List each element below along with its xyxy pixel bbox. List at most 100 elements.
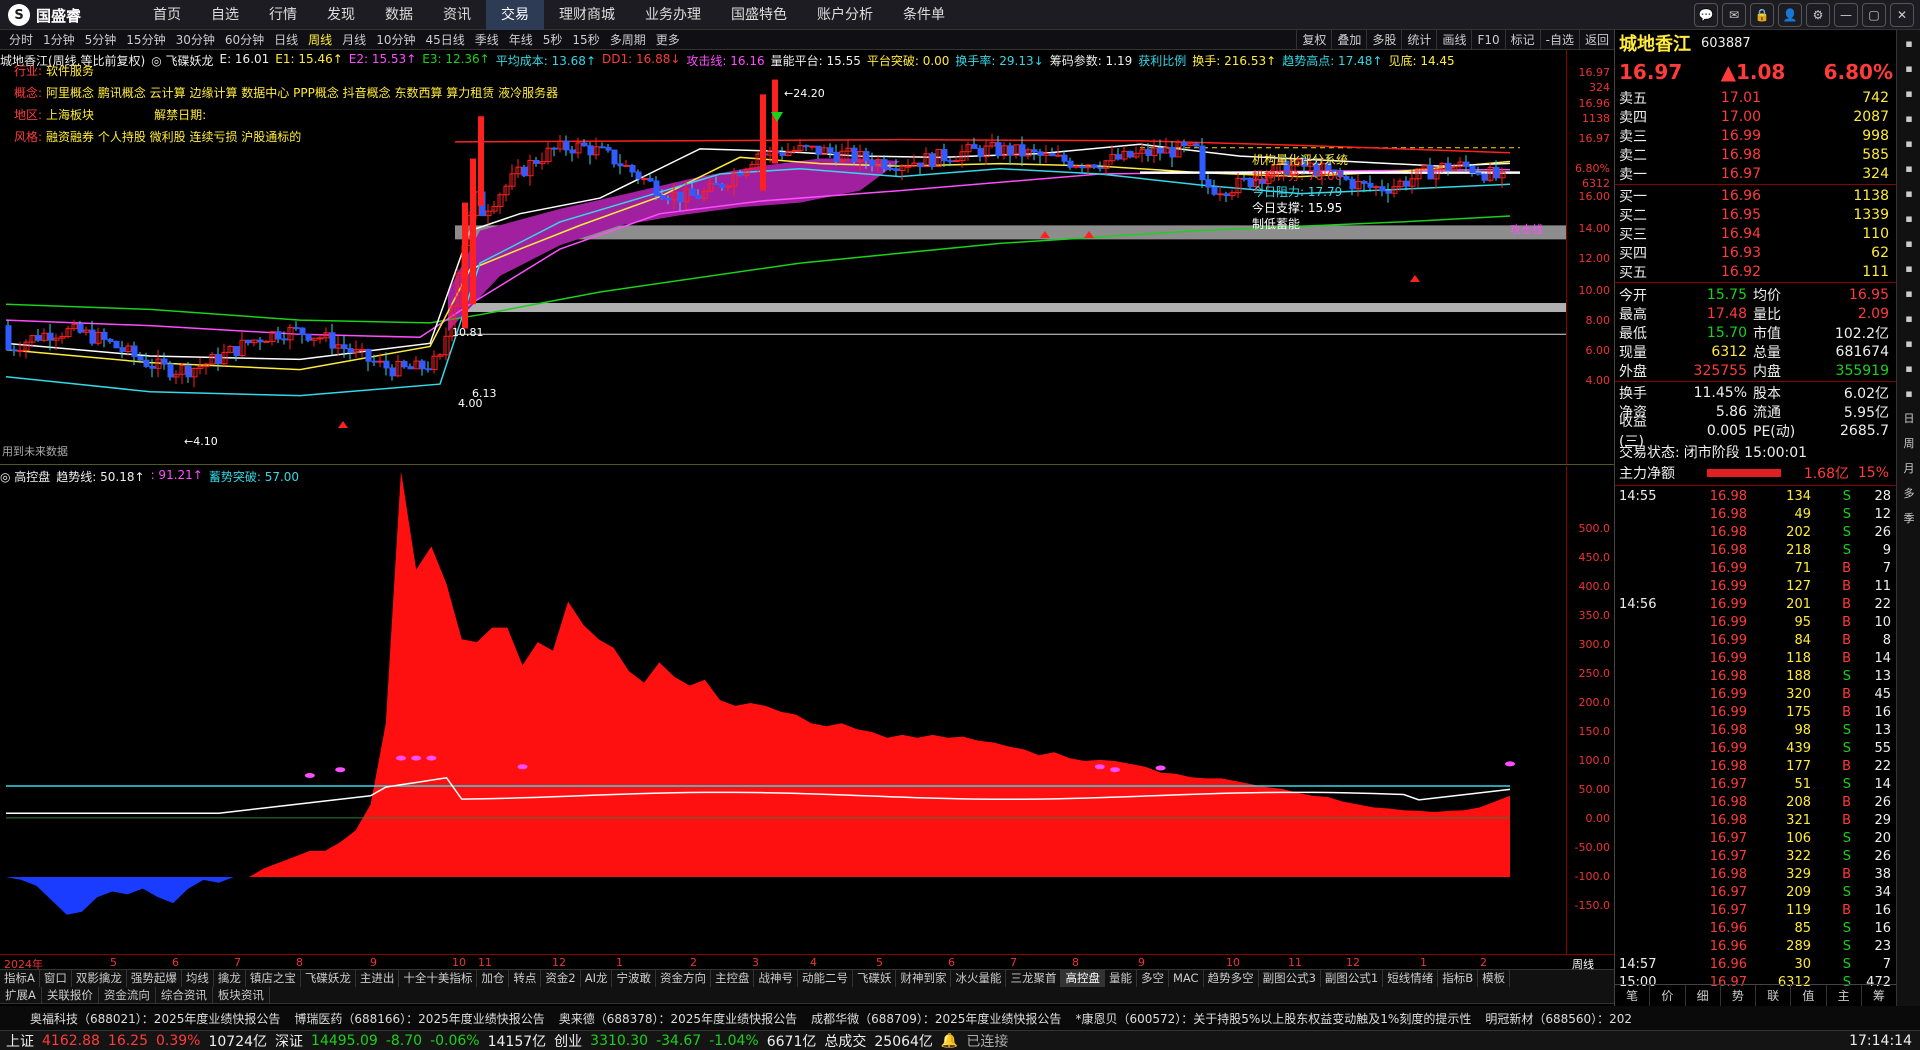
period-tab-8[interactable]: 月线 — [337, 30, 371, 50]
indicator-tab-23[interactable]: 高控盘 — [1061, 970, 1105, 987]
side-tool-icon[interactable]: ▪ — [1898, 33, 1920, 55]
side-tool-icon[interactable]: ▪ — [1898, 308, 1920, 330]
ext-tab-4[interactable]: 板块资讯 — [213, 987, 270, 1003]
period-tab-5[interactable]: 60分钟 — [220, 30, 269, 50]
indicator-tab-8[interactable]: 主进出 — [356, 970, 400, 987]
app-logo[interactable]: S 国盛睿 — [8, 4, 81, 26]
quote-tab-3[interactable]: 势 — [1721, 985, 1756, 1006]
indicator-tab-6[interactable]: 镇店之宝 — [246, 970, 301, 987]
indicator-tab-11[interactable]: 转点 — [509, 970, 542, 987]
period-tab-3[interactable]: 15分钟 — [121, 30, 170, 50]
maximize-icon[interactable]: ▢ — [1862, 3, 1886, 27]
nav-9[interactable]: 国盛特色 — [716, 0, 802, 30]
indicator-tab-2[interactable]: 双影擒龙 — [72, 970, 127, 987]
quote-tab-6[interactable]: 主 — [1827, 985, 1862, 1006]
indicator-tab-5[interactable]: 擒龙 — [214, 970, 246, 987]
main-kline-chart[interactable]: ←24.20 ←4.10 10.81 6.13 4.00 用到未来数据 攻击线 机构量化评分系… — [0, 50, 1614, 465]
nav-11[interactable]: 条件单 — [888, 0, 960, 30]
side-tool-icon[interactable]: ▪ — [1898, 233, 1920, 255]
period-tab-6[interactable]: 日线 — [269, 30, 303, 50]
period-tab-15[interactable]: 多周期 — [605, 30, 651, 50]
side-tool-icon[interactable]: ▪ — [1898, 383, 1920, 405]
indicator-tab-32[interactable]: 模板 — [1478, 970, 1511, 987]
quote-tab-2[interactable]: 细 — [1686, 985, 1721, 1006]
tool-button-2[interactable]: 多股 — [1366, 30, 1401, 50]
indicator-tab-0[interactable]: 指标A — [0, 970, 40, 987]
indicator-tab-17[interactable]: 战神号 — [754, 970, 798, 987]
tool-button-8[interactable]: 返回 — [1578, 30, 1614, 50]
indicator-tab-30[interactable]: 短线情绪 — [1383, 970, 1439, 987]
chat-icon[interactable]: 💬 — [1694, 3, 1718, 27]
ask-row[interactable]: 卖四 17.00 2087 — [1619, 107, 1893, 126]
quote-tab-5[interactable]: 值 — [1791, 985, 1827, 1006]
side-tool-icon[interactable]: ▪ — [1898, 133, 1920, 155]
news-item[interactable]: 博瑞医药（688166）：2025年度业绩快报公告 — [294, 1010, 544, 1027]
tool-button-1[interactable]: 叠加 — [1331, 30, 1366, 50]
period-tab-4[interactable]: 30分钟 — [171, 30, 220, 50]
indicator-tab-31[interactable]: 指标B — [1438, 970, 1479, 987]
bid-row[interactable]: 买二 16.95 1339 — [1619, 205, 1893, 224]
indicator-tab-24[interactable]: 量能 — [1105, 970, 1137, 987]
news-item[interactable]: *康恩贝（600572）：关于持股5%以上股东权益变动触及1%刻度的提示性 — [1075, 1010, 1471, 1027]
indicator-tab-26[interactable]: MAC — [1169, 970, 1204, 987]
sz-index-label[interactable]: 深证 — [275, 1031, 303, 1050]
period-tab-16[interactable]: 更多 — [651, 30, 685, 50]
lock-icon[interactable]: 🔒 — [1750, 3, 1774, 27]
tool-button-6[interactable]: 标记 — [1504, 30, 1540, 50]
period-tab-10[interactable]: 45日线 — [420, 30, 469, 50]
indicator-tab-27[interactable]: 趋势多空 — [1204, 970, 1259, 987]
nav-3[interactable]: 发现 — [312, 0, 370, 30]
side-tool-icon[interactable]: ▪ — [1898, 83, 1920, 105]
bell-icon[interactable]: 🔔 — [941, 1033, 958, 1049]
side-period-3[interactable]: 多 — [1898, 483, 1920, 505]
settings-icon[interactable]: ⚙ — [1806, 3, 1830, 27]
indicator-tab-14[interactable]: 宁波敢 — [612, 970, 656, 987]
indicator-tab-21[interactable]: 冰火量能 — [951, 970, 1007, 987]
quote-tab-7[interactable]: 筹 — [1862, 985, 1897, 1006]
nav-2[interactable]: 行情 — [254, 0, 312, 30]
indicator-tab-1[interactable]: 窗口 — [40, 970, 72, 987]
nav-4[interactable]: 数据 — [370, 0, 428, 30]
nav-5[interactable]: 资讯 — [428, 0, 486, 30]
cy-index-label[interactable]: 创业 — [554, 1031, 582, 1050]
ask-row[interactable]: 卖三 16.99 998 — [1619, 126, 1893, 145]
tool-button-4[interactable]: 画线 — [1436, 30, 1471, 50]
period-tab-13[interactable]: 5秒 — [538, 30, 568, 50]
indicator-tab-25[interactable]: 多空 — [1137, 970, 1169, 987]
side-tool-icon[interactable]: ▪ — [1898, 258, 1920, 280]
ext-tab-1[interactable]: 关联报价 — [42, 987, 99, 1003]
ext-tab-0[interactable]: 扩展A — [0, 987, 42, 1003]
news-item[interactable]: 奥福科技（688021）：2025年度业绩快报公告 — [30, 1010, 280, 1027]
ask-row[interactable]: 卖五 17.01 742 — [1619, 88, 1893, 107]
indicator-tab-29[interactable]: 副图公式1 — [1321, 970, 1384, 987]
tool-button-7[interactable]: -自选 — [1539, 30, 1579, 50]
side-tool-icon[interactable]: ▪ — [1898, 108, 1920, 130]
user-icon[interactable]: 👤 — [1778, 3, 1802, 27]
side-tool-icon[interactable]: ▪ — [1898, 158, 1920, 180]
period-tab-9[interactable]: 10分钟 — [371, 30, 420, 50]
quote-tab-0[interactable]: 笔 — [1615, 985, 1651, 1006]
indicator-tab-7[interactable]: 飞碟妖龙 — [301, 970, 356, 987]
tool-button-3[interactable]: 统计 — [1401, 30, 1436, 50]
side-tool-icon[interactable]: ▪ — [1898, 358, 1920, 380]
period-tab-2[interactable]: 5分钟 — [80, 30, 122, 50]
side-period-2[interactable]: 月 — [1898, 458, 1920, 480]
news-item[interactable]: 成都华微（688709）：2025年度业绩快报公告 — [811, 1010, 1061, 1027]
indicator-tab-16[interactable]: 主控盘 — [711, 970, 755, 987]
indicator-tab-4[interactable]: 均线 — [182, 970, 214, 987]
side-tool-icon[interactable]: ▪ — [1898, 208, 1920, 230]
nav-7[interactable]: 理财商城 — [544, 0, 630, 30]
close-icon[interactable]: ✕ — [1890, 3, 1914, 27]
indicator-tab-15[interactable]: 资金方向 — [656, 970, 711, 987]
indicator-tab-22[interactable]: 三龙聚首 — [1006, 970, 1062, 987]
period-tab-14[interactable]: 15秒 — [567, 30, 604, 50]
bid-row[interactable]: 买一 16.96 1138 — [1619, 186, 1893, 205]
bid-row[interactable]: 买五 16.92 111 — [1619, 262, 1893, 281]
net-flow-row[interactable]: 主力净额 1.68亿 15% — [1619, 463, 1893, 482]
minimize-icon[interactable]: — — [1834, 3, 1858, 27]
period-tab-7[interactable]: 周线 — [303, 30, 337, 50]
sh-index-label[interactable]: 上证 — [6, 1031, 34, 1050]
indicator-tab-19[interactable]: 飞碟妖 — [853, 970, 897, 987]
tool-button-0[interactable]: 复权 — [1296, 30, 1331, 50]
nav-8[interactable]: 业务办理 — [630, 0, 716, 30]
